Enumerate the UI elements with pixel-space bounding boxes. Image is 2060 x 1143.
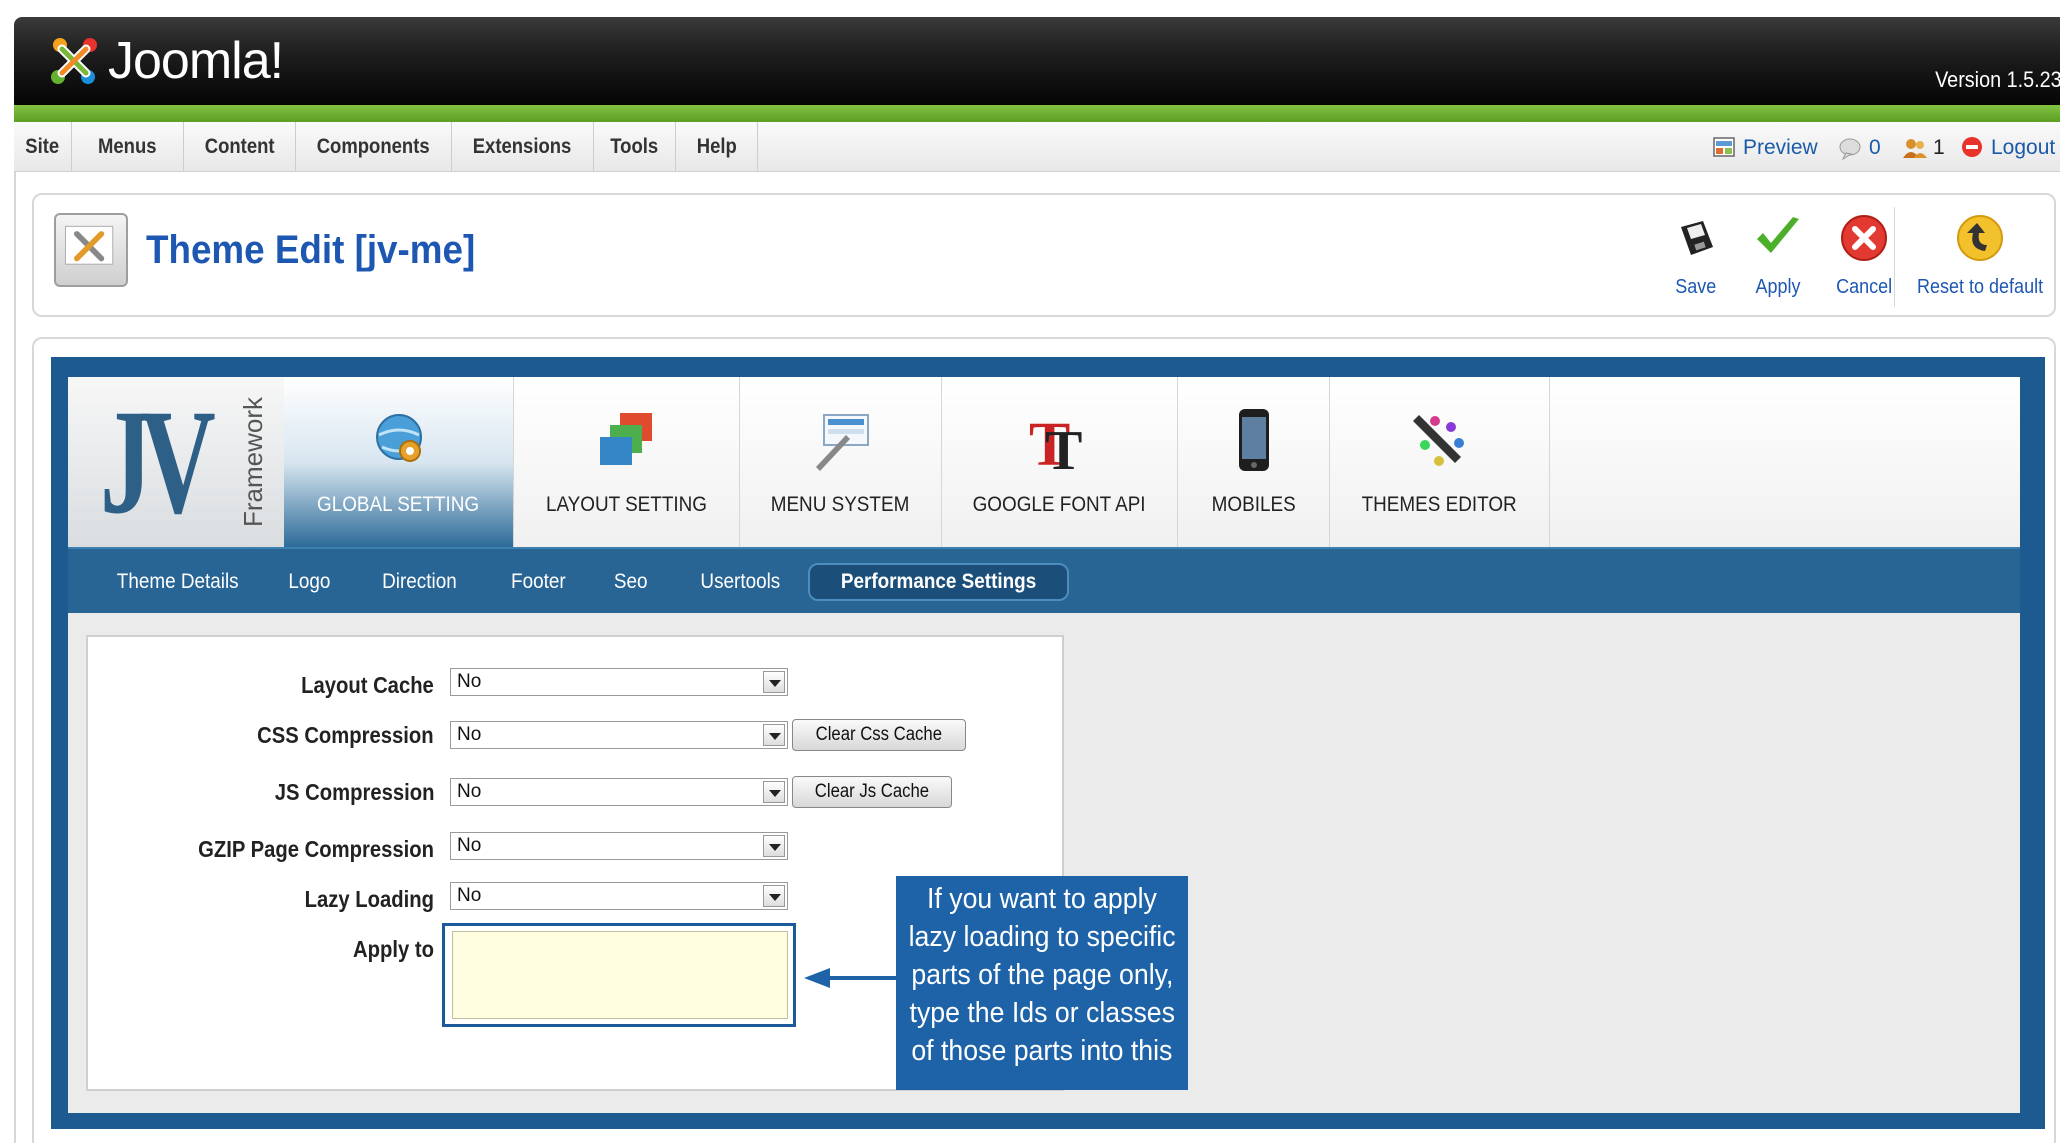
theme-manager-icon xyxy=(54,213,128,287)
clear-css-cache-button[interactable]: Clear Css Cache xyxy=(792,719,966,751)
menu-site[interactable]: Site xyxy=(14,122,72,172)
joomla-logo-text: Joomla! xyxy=(108,32,284,90)
menu-help[interactable]: Help xyxy=(676,122,758,172)
help-callout: If you want to apply lazy loading to spe… xyxy=(896,876,1188,1090)
lazy-loading-label: Lazy Loading xyxy=(304,886,434,912)
jv-logo-letters: JV xyxy=(100,379,216,545)
reset-to-default-button[interactable]: Reset to default xyxy=(1910,213,2050,309)
subtab-seo[interactable]: Seo xyxy=(612,563,649,601)
layout-cache-label: Layout Cache xyxy=(301,672,434,698)
tab-google-font-api[interactable]: T T GOOGLE FONT API xyxy=(942,377,1178,547)
toolbar-separator xyxy=(1894,207,1895,307)
tab-menu-system[interactable]: MENU SYSTEM xyxy=(740,377,942,547)
chevron-down-icon xyxy=(763,781,785,803)
font-icon: T T xyxy=(1029,411,1082,482)
lazy-loading-select[interactable]: No xyxy=(450,882,788,910)
callout-arrow-head xyxy=(804,968,830,988)
settings-subtabs: Theme Details Logo Direction Footer Seo … xyxy=(68,547,2020,613)
gzip-compression-select[interactable]: No xyxy=(450,832,788,860)
chevron-down-icon xyxy=(763,835,785,857)
apply-to-label: Apply to xyxy=(353,936,434,962)
preview-link[interactable]: Preview xyxy=(1712,134,1818,162)
subtab-direction[interactable]: Direction xyxy=(378,563,461,601)
reset-arrow-icon xyxy=(1957,215,2003,261)
save-icon xyxy=(1681,221,1713,255)
chevron-down-icon xyxy=(763,885,785,907)
joomla-logo[interactable]: Joomla! xyxy=(44,25,284,97)
menu-tools[interactable]: Tools xyxy=(594,122,676,172)
messages-link[interactable]: 0 xyxy=(1838,134,1881,162)
menu-components[interactable]: Components xyxy=(296,122,452,172)
page-header-box: Theme Edit [jv-me] Save Apply Cancel Res… xyxy=(32,193,2056,317)
messages-icon xyxy=(1839,138,1861,160)
globe-gear-icon xyxy=(375,414,422,462)
jv-logo-word: Framework xyxy=(238,396,268,527)
menu-menus[interactable]: Menus xyxy=(72,122,184,172)
css-compression-label: CSS Compression xyxy=(257,722,434,748)
phone-icon xyxy=(1238,409,1269,471)
cancel-button[interactable]: Cancel xyxy=(1814,213,1914,309)
subtab-theme-details[interactable]: Theme Details xyxy=(110,563,245,601)
apply-to-highlight xyxy=(442,923,796,1027)
page-left-border xyxy=(14,172,16,1143)
layers-icon xyxy=(599,413,652,465)
tab-layout-setting[interactable]: LAYOUT SETTING xyxy=(514,377,740,547)
chevron-down-icon xyxy=(763,724,785,746)
header-accent-bar xyxy=(14,105,2060,122)
menu-content[interactable]: Content xyxy=(184,122,296,172)
logout-icon xyxy=(1962,137,1982,157)
clear-js-cache-button[interactable]: Clear Js Cache xyxy=(792,776,952,808)
chevron-down-icon xyxy=(763,671,785,693)
callout-arrow-line xyxy=(826,976,896,980)
tab-mobiles[interactable]: MOBILES xyxy=(1178,377,1330,547)
tab-global-setting[interactable]: GLOBAL SETTING xyxy=(284,377,514,547)
menu-extensions[interactable]: Extensions xyxy=(452,122,594,172)
app-header: Joomla! Version 1.5.23 xyxy=(14,17,2060,105)
subtab-performance-settings[interactable]: Performance Settings xyxy=(808,563,1070,601)
main-menubar: Site Menus Content Components Extensions… xyxy=(14,122,2060,172)
version-label: Version 1.5.23 xyxy=(1935,67,2060,92)
joomla-logo-icon xyxy=(51,38,97,84)
cancel-icon xyxy=(1841,215,1887,261)
jv-framework-logo: JV Framework xyxy=(68,377,284,547)
apply-button[interactable]: Apply xyxy=(1728,213,1828,309)
logout-link[interactable]: Logout xyxy=(1960,134,2055,162)
users-online-link[interactable]: 1 xyxy=(1902,134,1945,162)
menu-pen-icon xyxy=(815,414,869,471)
palette-pencil-icon xyxy=(1412,415,1464,466)
users-icon xyxy=(1903,139,1927,158)
page-title: Theme Edit [jv-me] xyxy=(146,228,476,272)
apply-to-textarea[interactable] xyxy=(452,931,788,1019)
svg-text:T: T xyxy=(1045,420,1082,475)
subtab-logo[interactable]: Logo xyxy=(286,563,333,601)
preview-icon xyxy=(1713,137,1735,157)
layout-cache-select[interactable]: No xyxy=(450,668,788,696)
subtab-footer[interactable]: Footer xyxy=(508,563,569,601)
css-compression-select[interactable]: No xyxy=(450,721,788,749)
tab-themes-editor[interactable]: THEMES EDITOR xyxy=(1330,377,1550,547)
js-compression-select[interactable]: No xyxy=(450,778,788,806)
subtab-usertools[interactable]: Usertools xyxy=(696,563,785,601)
checkmark-icon xyxy=(1757,217,1799,253)
gzip-compression-label: GZIP Page Compression xyxy=(198,836,434,862)
js-compression-label: JS Compression xyxy=(274,779,434,805)
